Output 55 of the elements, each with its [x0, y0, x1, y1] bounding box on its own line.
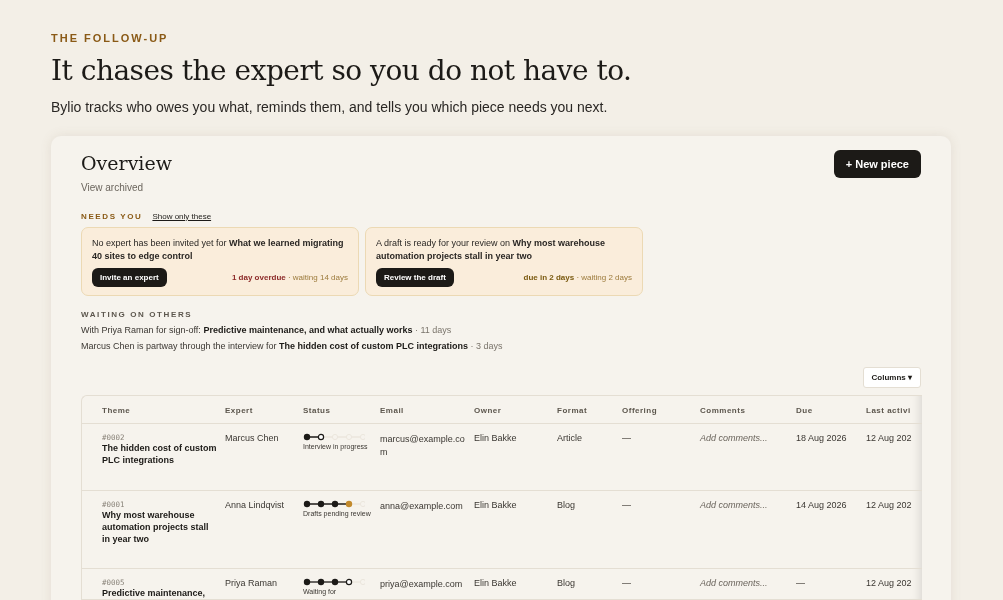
card-action-button[interactable]: Invite an expert: [92, 268, 167, 287]
piece-title[interactable]: Why most warehouse automation projects stall in year two: [102, 509, 219, 545]
column-header[interactable]: Owner: [474, 396, 557, 424]
subheadline: Bylio tracks who owes you what, reminds them, and tells you which piece needs you next.: [51, 99, 609, 115]
due-date: —: [796, 578, 806, 588]
section-heading: NEEDS YOU: [81, 212, 143, 221]
card-action-button[interactable]: Review the draft: [376, 268, 454, 287]
column-header[interactable]: Format: [557, 396, 622, 424]
overview-title: Overview: [81, 152, 172, 174]
column-header[interactable]: Due: [796, 396, 866, 424]
comments-field[interactable]: Add comments...: [700, 578, 790, 588]
card-timing: 1 day overdue · waiting 14 days: [231, 273, 348, 282]
card-message: A draft is ready for your review on Why most warehouse automation projects stall in year two: [376, 237, 607, 263]
piece-title[interactable]: Predictive maintenance,: [102, 587, 219, 599]
offering-cell-text: —: [622, 500, 632, 510]
expert-name: Anna Lindqvist: [225, 500, 286, 510]
owner-name: Elin Bakke: [474, 578, 518, 588]
show-only-these-link[interactable]: Show only these: [152, 212, 212, 221]
comments-field[interactable]: Add comments...: [700, 433, 790, 443]
column-header[interactable]: Expert: [225, 396, 303, 424]
offering-cell-text: —: [622, 433, 632, 443]
column-header[interactable]: Status: [303, 396, 380, 424]
waiting-item: Marcus Chen is partway through the interview for The hidden cost of custom PLC integrations · 3 days: [81, 341, 504, 351]
last-activity-date: 12 Aug 202: [866, 500, 912, 510]
section-heading: WAITING ON OTHERS: [81, 310, 193, 319]
column-header[interactable]: Offering: [622, 396, 700, 424]
column-header[interactable]: Theme: [82, 396, 225, 424]
headline: It chases the expert so you do not have to.: [51, 54, 633, 87]
column-header[interactable]: Comments: [700, 396, 796, 424]
format-cell-text: Blog: [557, 578, 576, 588]
card-message: No expert has been invited yet for What we learned migrating 40 sites to edge control: [92, 237, 345, 263]
column-header[interactable]: Last activi: [866, 396, 922, 424]
expert-name: Priya Raman: [225, 578, 279, 588]
due-date: 14 Aug 2026: [796, 500, 848, 510]
email-cell-text: marcus@example.com: [380, 433, 466, 459]
comments-field[interactable]: Add comments...: [700, 500, 790, 510]
email-cell-text: priya@example.com: [380, 578, 464, 591]
due-date: 18 Aug 2026: [796, 433, 848, 443]
card-timing: due in 2 days · waiting 2 days: [523, 273, 632, 282]
format-cell-text: Blog: [557, 500, 576, 510]
view-archived-link[interactable]: View archived: [81, 182, 144, 193]
piece-title[interactable]: The hidden cost of custom PLC integrations: [102, 442, 219, 466]
format-cell-text: Article: [557, 433, 583, 443]
expert-name: Marcus Chen: [225, 433, 280, 443]
last-activity-date: 12 Aug 202: [866, 433, 912, 443]
email-cell-text: anna@example.com: [380, 500, 464, 513]
last-activity-date: 12 Aug 202: [866, 578, 912, 588]
eyebrow-label: THE FOLLOW-UP: [51, 32, 170, 44]
new-piece-button[interactable]: + New piece: [833, 150, 921, 178]
owner-name: Elin Bakke: [474, 500, 518, 510]
owner-name: Elin Bakke: [474, 433, 518, 443]
offering-cell-text: —: [622, 578, 632, 588]
waiting-item: With Priya Raman for sign-off: Predictive maintenance, and what actually works · 11 days: [81, 325, 453, 335]
column-header[interactable]: Email: [380, 396, 474, 424]
columns-dropdown[interactable]: Columns ▾: [862, 367, 921, 388]
